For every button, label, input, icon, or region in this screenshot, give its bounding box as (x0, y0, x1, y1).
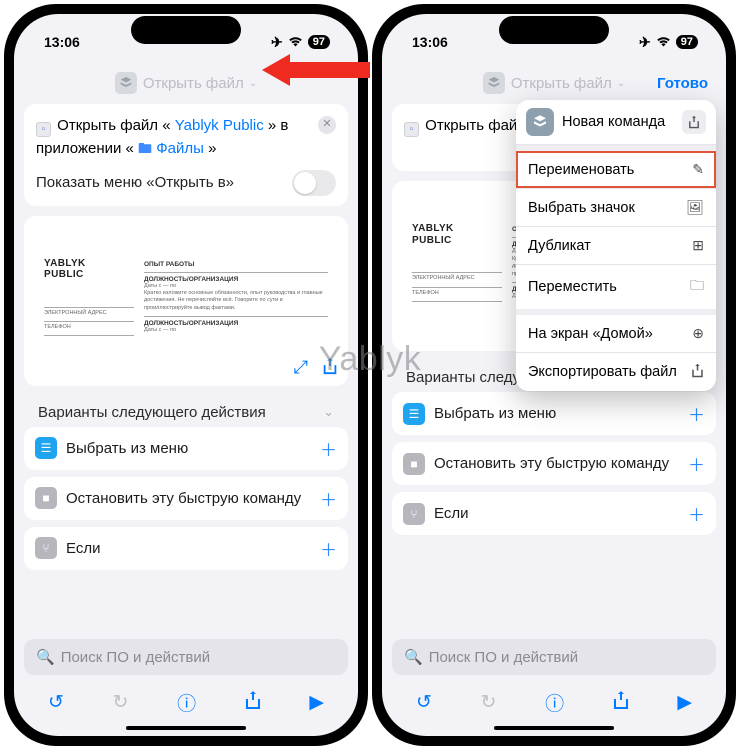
menu-duplicate[interactable]: Дубликат ⊞ (516, 227, 716, 265)
open-file-app-icon: ▫ (36, 122, 51, 137)
suggestion-stop-shortcut[interactable]: ■Остановить эту быструю команду ＋ (24, 477, 348, 520)
image-icon: 🖼 (686, 199, 704, 216)
airplane-icon: ✈︎ (639, 34, 651, 51)
home-indicator (494, 726, 614, 730)
wifi-icon (656, 34, 671, 50)
pencil-icon: ✎ (692, 161, 704, 178)
action-prefix: Открыть файл (57, 117, 158, 134)
suggestion-choose-from-menu[interactable]: ☰Выбрать из меню ＋ (24, 427, 348, 470)
undo-icon[interactable]: ↺ (48, 691, 64, 714)
dynamic-island (499, 16, 609, 44)
menu-choose-icon[interactable]: Выбрать значок 🖼 (516, 189, 716, 227)
bottom-toolbar: ↺ ↻ ⓘ ▶ (392, 679, 716, 722)
redo-icon[interactable]: ↻ (113, 691, 129, 714)
file-token-1[interactable]: Yablyk (175, 117, 219, 134)
chevron-down-icon[interactable]: ⌄ (249, 78, 257, 89)
export-icon (691, 363, 704, 381)
shortcut-icon (483, 72, 505, 94)
next-actions-header[interactable]: Варианты следующего действия ⌄ (24, 394, 348, 427)
stop-icon: ■ (35, 487, 57, 509)
suggestion-if[interactable]: ⑂Если ＋ (24, 527, 348, 570)
title-row[interactable]: Открыть файл ⌄ Готово (382, 66, 726, 104)
folder-icon: 🖿 (138, 140, 152, 156)
add-icon[interactable]: ＋ (320, 436, 337, 461)
stop-icon: ■ (403, 453, 425, 475)
share-preview-icon[interactable] (322, 357, 338, 380)
screen-left: 13:06 ✈︎ 97 Открыть файл ⌄ (14, 14, 358, 736)
chevron-down-icon: ⌄ (323, 404, 334, 420)
suggestion-stop-shortcut[interactable]: ■Остановить эту быструю команду ＋ (392, 442, 716, 485)
add-icon[interactable]: ＋ (320, 536, 337, 561)
title-text: Открыть файл (143, 75, 244, 92)
shortcut-icon-large (526, 108, 554, 136)
phone-left: 13:06 ✈︎ 97 Открыть файл ⌄ (4, 4, 368, 746)
suggestion-choose-from-menu[interactable]: ☰Выбрать из меню ＋ (392, 392, 716, 435)
share-icon[interactable] (613, 690, 629, 716)
airplane-icon: ✈︎ (271, 34, 283, 51)
info-icon[interactable]: ⓘ (545, 689, 564, 716)
file-token-2[interactable]: Public (223, 117, 264, 134)
search-input[interactable]: 🔍 Поиск ПО и действий (24, 639, 348, 675)
search-icon: 🔍 (404, 648, 423, 666)
wifi-icon (288, 34, 303, 50)
show-menu-toggle[interactable] (292, 170, 336, 196)
duplicate-icon: ⊞ (692, 237, 704, 254)
add-icon[interactable]: ＋ (688, 401, 705, 426)
menu-add-to-home[interactable]: На экран «Домой» ⊕ (516, 315, 716, 353)
menu-move[interactable]: Переместить 🗀 (516, 265, 716, 309)
branch-icon: ⑂ (35, 537, 57, 559)
expand-icon[interactable]: ⤢ (294, 357, 308, 380)
search-input[interactable]: 🔍 Поиск ПО и действий (392, 639, 716, 675)
share-icon[interactable] (245, 690, 261, 716)
file-preview: YABLYK PUBLIC ЭЛЕКТРОННЫЙ АДРЕС ТЕЛЕФОН … (24, 216, 348, 386)
share-icon[interactable] (682, 110, 706, 134)
status-time: 13:06 (44, 34, 80, 50)
undo-icon[interactable]: ↺ (416, 691, 432, 714)
menu-icon: ☰ (35, 437, 57, 459)
home-indicator (126, 726, 246, 730)
run-icon[interactable]: ▶ (309, 691, 324, 714)
app-token[interactable]: Файлы (156, 140, 204, 157)
action-card[interactable]: ▫ Открыть файл « Yablyk Public » в прило… (24, 104, 348, 206)
battery-level: 97 (308, 35, 330, 49)
open-file-app-icon: ▫ (404, 122, 419, 137)
add-icon[interactable]: ＋ (320, 486, 337, 511)
screen-right: 13:06 ✈︎ 97 Открыть файл ⌄ Готово (382, 14, 726, 736)
folder-icon: 🗀 (690, 275, 704, 299)
run-icon[interactable]: ▶ (677, 691, 692, 714)
toggle-label: Показать меню «Открыть в» (36, 173, 234, 193)
done-button[interactable]: Готово (657, 75, 708, 92)
suggestion-if[interactable]: ⑂Если ＋ (392, 492, 716, 535)
search-icon: 🔍 (36, 648, 55, 666)
bottom-toolbar: ↺ ↻ ⓘ ▶ (24, 679, 348, 722)
popover-title: Новая команда (562, 114, 665, 130)
add-to-home-icon: ⊕ (692, 325, 704, 342)
info-icon[interactable]: ⓘ (177, 689, 196, 716)
phone-right: 13:06 ✈︎ 97 Открыть файл ⌄ Готово (372, 4, 736, 746)
branch-icon: ⑂ (403, 503, 425, 525)
clear-icon[interactable]: ✕ (318, 116, 336, 134)
dynamic-island (131, 16, 241, 44)
redo-icon[interactable]: ↻ (481, 691, 497, 714)
menu-icon: ☰ (403, 403, 425, 425)
menu-export[interactable]: Экспортировать файл (516, 353, 716, 391)
shortcut-icon (115, 72, 137, 94)
add-icon[interactable]: ＋ (688, 451, 705, 476)
title-dropdown-menu: Новая команда Переименовать ✎ Выбрать зн… (516, 100, 716, 391)
title-row[interactable]: Открыть файл ⌄ (14, 66, 358, 104)
menu-rename[interactable]: Переименовать ✎ (516, 151, 716, 189)
chevron-down-icon[interactable]: ⌄ (617, 78, 625, 89)
add-icon[interactable]: ＋ (688, 501, 705, 526)
